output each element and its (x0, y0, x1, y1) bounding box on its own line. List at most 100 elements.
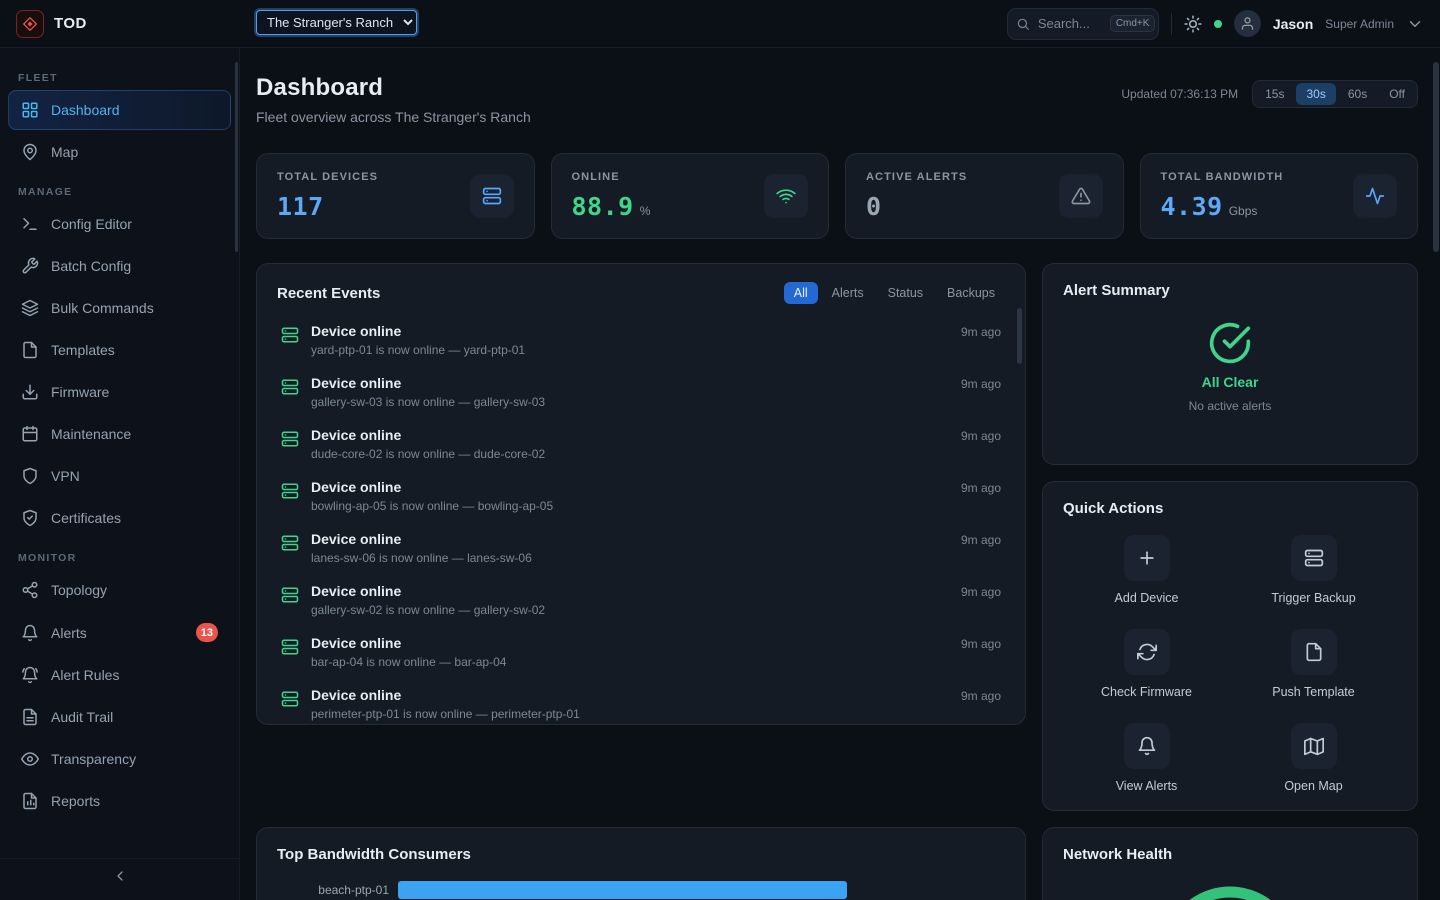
bar-track (398, 881, 1005, 899)
sidebar-item-topology[interactable]: Topology (8, 570, 231, 610)
check-circle-icon (1208, 321, 1252, 365)
sidebar-section-fleet: FLEET (18, 72, 221, 84)
sidebar-item-bulk-commands[interactable]: Bulk Commands (8, 288, 231, 328)
sidebar-item-transparency[interactable]: Transparency (8, 739, 231, 779)
sidebar-item-label: Batch Config (51, 258, 218, 274)
terminal-icon (21, 215, 39, 233)
shield-check-icon (21, 509, 39, 527)
sidebar-item-certificates[interactable]: Certificates (8, 498, 231, 538)
bandwidth-bar (398, 881, 847, 899)
refresh-icon (1124, 629, 1170, 675)
sidebar-item-alerts[interactable]: Alerts 13 (8, 612, 231, 653)
page-scrollbar-thumb[interactable] (1433, 62, 1439, 252)
server-icon (470, 174, 514, 218)
chevron-down-icon[interactable] (1406, 15, 1424, 33)
quick-actions-card: Quick Actions Add Device Trigger Backup … (1042, 481, 1418, 811)
refresh-interval-control: 15s 30s 60s Off (1252, 80, 1418, 108)
network-health-title: Network Health (1063, 846, 1397, 863)
tab-all[interactable]: All (784, 282, 818, 304)
list-item[interactable]: Device online dude-core-02 is now online… (277, 418, 1005, 470)
alert-summary-card: Alert Summary All Clear No active alerts (1042, 263, 1418, 465)
site-select[interactable]: The Stranger's Ranch (256, 10, 417, 35)
refresh-option-30s[interactable]: 30s (1296, 83, 1335, 105)
open-map-button[interactable]: Open Map (1230, 723, 1397, 793)
theme-toggle-sun-icon[interactable] (1184, 15, 1202, 33)
updated-timestamp: Updated 07:36:13 PM (1121, 87, 1238, 101)
sidebar-collapse-button[interactable] (0, 858, 239, 892)
list-item[interactable]: Device online gallery-sw-02 is now onlin… (277, 574, 1005, 626)
event-time: 9m ago (961, 585, 1001, 599)
list-item[interactable]: Device online bowling-ap-05 is now onlin… (277, 470, 1005, 522)
sidebar-item-map[interactable]: Map (8, 132, 231, 172)
event-detail: perimeter-ptp-01 is now online — perimet… (311, 707, 949, 721)
top-bandwidth-card: Top Bandwidth Consumers beach-ptp-01 bar… (256, 827, 1026, 900)
avatar[interactable] (1234, 10, 1261, 37)
server-icon (281, 482, 299, 500)
list-item[interactable]: Device online perimeter-ptp-01 is now on… (277, 678, 1005, 725)
event-title: Device online (311, 427, 949, 443)
network-health-card: Network Health (1042, 827, 1418, 900)
alert-summary-title: Alert Summary (1063, 282, 1397, 299)
trigger-backup-button[interactable]: Trigger Backup (1230, 535, 1397, 605)
quick-action-label: Add Device (1115, 591, 1179, 605)
push-template-button[interactable]: Push Template (1230, 629, 1397, 699)
app-logo-icon (16, 10, 44, 38)
topbar: TOD The Stranger's Ranch Cmd+K Jason Sup… (0, 0, 1440, 48)
user-name: Jason (1273, 16, 1313, 32)
sidebar-item-reports[interactable]: Reports (8, 781, 231, 821)
bell-icon (21, 624, 39, 642)
sidebar-item-config-editor[interactable]: Config Editor (8, 204, 231, 244)
sidebar-item-alert-rules[interactable]: Alert Rules (8, 655, 231, 695)
bar-label: beach-ptp-01 (277, 883, 389, 897)
list-item[interactable]: Device online bar-ap-04 is now online — … (277, 626, 1005, 678)
list-item[interactable]: Device online yard-ptp-01 is now online … (277, 314, 1005, 366)
sidebar-section-manage: MANAGE (18, 186, 221, 198)
sidebar-item-audit-trail[interactable]: Audit Trail (8, 697, 231, 737)
list-item[interactable]: Device online lanes-sw-06 is now online … (277, 522, 1005, 574)
tab-backups[interactable]: Backups (937, 282, 1005, 304)
sidebar-item-firmware[interactable]: Firmware (8, 372, 231, 412)
sidebar-item-maintenance[interactable]: Maintenance (8, 414, 231, 454)
event-title: Device online (311, 635, 949, 651)
event-title: Device online (311, 479, 949, 495)
sidebar-item-templates[interactable]: Templates (8, 330, 231, 370)
quick-action-label: Trigger Backup (1271, 591, 1355, 605)
bell-icon (1124, 723, 1170, 769)
server-icon (281, 326, 299, 344)
page-subtitle: Fleet overview across The Stranger's Ran… (256, 109, 531, 125)
event-time: 9m ago (961, 533, 1001, 547)
tab-status[interactable]: Status (878, 282, 933, 304)
sidebar-item-label: Audit Trail (51, 709, 218, 725)
view-alerts-button[interactable]: View Alerts (1063, 723, 1230, 793)
sidebar-item-label: VPN (51, 468, 218, 484)
sidebar-item-label: Reports (51, 793, 218, 809)
server-icon (281, 638, 299, 656)
sidebar-item-dashboard[interactable]: Dashboard (8, 90, 231, 130)
report-file-icon (21, 792, 39, 810)
stat-label: ONLINE (572, 171, 651, 183)
check-firmware-button[interactable]: Check Firmware (1063, 629, 1230, 699)
server-icon (281, 378, 299, 396)
refresh-option-60s[interactable]: 60s (1338, 83, 1377, 105)
activity-icon (1353, 174, 1397, 218)
add-device-button[interactable]: Add Device (1063, 535, 1230, 605)
stat-value: 4.39 (1161, 192, 1223, 221)
events-filter-tabs: All Alerts Status Backups (784, 282, 1005, 304)
sidebar-scrollbar-thumb[interactable] (235, 62, 238, 252)
event-detail: yard-ptp-01 is now online — yard-ptp-01 (311, 343, 949, 357)
sidebar-item-vpn[interactable]: VPN (8, 456, 231, 496)
list-item[interactable]: Device online gallery-sw-03 is now onlin… (277, 366, 1005, 418)
events-scrollbar-thumb[interactable] (1017, 308, 1022, 364)
quick-action-label: Open Map (1284, 779, 1342, 793)
tab-alerts[interactable]: Alerts (822, 282, 874, 304)
sidebar-item-label: Maintenance (51, 426, 218, 442)
server-icon (281, 690, 299, 708)
search-input[interactable] (1038, 16, 1102, 31)
sidebar-item-batch-config[interactable]: Batch Config (8, 246, 231, 286)
search-box[interactable]: Cmd+K (1007, 8, 1159, 40)
sidebar-item-label: Templates (51, 342, 218, 358)
refresh-option-off[interactable]: Off (1379, 83, 1415, 105)
bandwidth-chart-title: Top Bandwidth Consumers (277, 846, 1005, 863)
refresh-option-15s[interactable]: 15s (1255, 83, 1294, 105)
alerts-count-badge: 13 (196, 623, 218, 642)
